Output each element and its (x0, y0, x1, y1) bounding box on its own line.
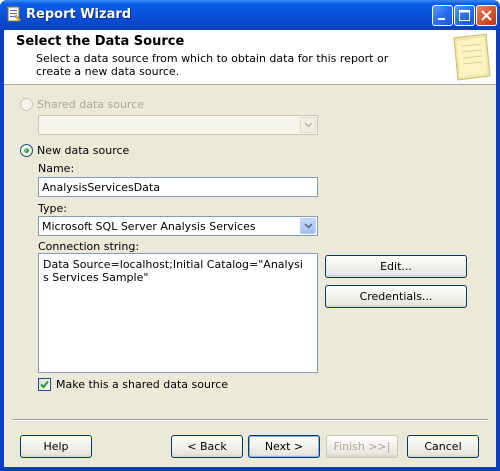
shared-data-source-combo[interactable] (38, 115, 318, 135)
new-data-source-label: New data source (37, 144, 130, 157)
connection-string-field[interactable]: Data Source=localhost;Initial Catalog="A… (38, 253, 318, 373)
wizard-header: Select the Data Source Select a data sou… (4, 30, 496, 85)
name-label: Name: (38, 162, 75, 175)
connection-string-label: Connection string: (38, 240, 140, 253)
type-label: Type: (38, 202, 67, 215)
maximize-button[interactable] (454, 5, 475, 26)
close-window-button[interactable] (476, 5, 497, 26)
make-shared-label: Make this a shared data source (56, 378, 229, 391)
title-bar[interactable]: Report Wizard (0, 0, 500, 30)
radio-selected-dot (24, 148, 29, 153)
next-button[interactable]: Next > (248, 435, 320, 458)
minimize-button[interactable] (432, 5, 453, 26)
window-title: Report Wizard (26, 7, 132, 22)
connection-string-value: Data Source=localhost;Initial Catalog="A… (43, 258, 303, 284)
name-value: AnalysisServicesData (42, 181, 160, 194)
finish-button[interactable]: Finish >>| (326, 435, 398, 458)
make-shared-checkbox[interactable] (38, 378, 51, 391)
report-wizard-icon (6, 6, 22, 22)
shared-data-source-label: Shared data source (37, 98, 145, 111)
notepad-icon (453, 33, 491, 81)
edit-button[interactable]: Edit... (325, 255, 467, 278)
type-value: Microsoft SQL Server Analysis Services (42, 220, 256, 233)
dialog-client-area: Select the Data Source Select a data sou… (4, 30, 496, 467)
chevron-down-icon (304, 223, 313, 229)
close-icon (481, 10, 492, 21)
report-wizard-window: Report Wizard Select the Data Source Sel… (0, 0, 500, 471)
help-button[interactable]: Help (20, 435, 92, 458)
shared-data-source-dropdown-button[interactable] (300, 117, 316, 133)
maximize-icon (459, 10, 470, 21)
type-combo[interactable]: Microsoft SQL Server Analysis Services (38, 216, 318, 236)
checkmark-icon (40, 380, 49, 389)
minimize-icon (438, 18, 445, 20)
type-dropdown-button[interactable] (300, 218, 316, 234)
chevron-down-icon (304, 122, 313, 128)
page-title: Select the Data Source (16, 34, 185, 49)
credentials-button[interactable]: Credentials... (325, 285, 467, 308)
new-data-source-radio[interactable] (20, 144, 33, 157)
cancel-button[interactable]: Cancel (407, 435, 479, 458)
shared-data-source-radio[interactable] (20, 98, 33, 111)
footer-separator (12, 419, 488, 421)
name-field[interactable]: AnalysisServicesData (38, 177, 318, 197)
back-button[interactable]: < Back (171, 435, 243, 458)
page-description: Select a data source from which to obtai… (36, 52, 389, 78)
